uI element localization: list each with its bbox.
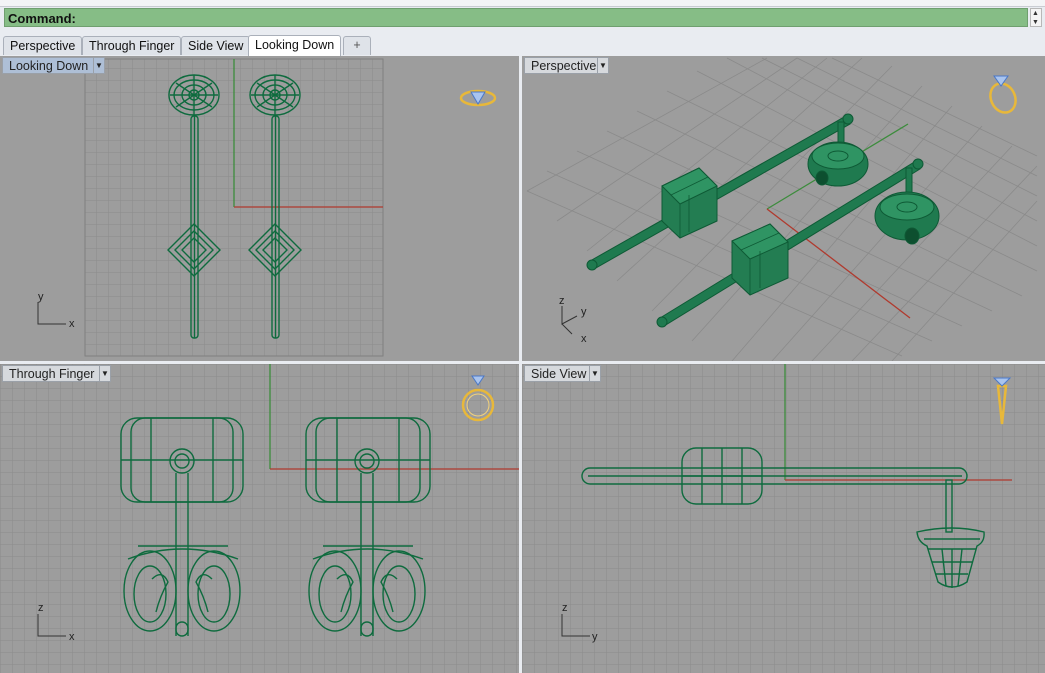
dropdown-arrow-icon[interactable]: ▼ xyxy=(597,57,609,74)
viewport-tabs: Perspective Through Finger Side View Loo… xyxy=(0,33,1045,57)
tab-label: Through Finger xyxy=(89,39,175,53)
viewport-title-label: Perspective xyxy=(531,59,597,73)
viewport-title-label: Looking Down xyxy=(9,59,89,73)
axis-y-label: y xyxy=(581,306,587,318)
tab-side-view[interactable]: Side View xyxy=(181,36,251,55)
tab-looking-down[interactable]: Looking Down xyxy=(248,35,342,56)
perspective-canvas[interactable]: z y x xyxy=(522,56,1045,361)
viewport-title-through-finger[interactable]: Through Finger xyxy=(2,365,102,382)
command-label: Command: xyxy=(8,11,76,26)
axis-z-label: z xyxy=(559,295,565,307)
scroll-down-icon[interactable]: ▼ xyxy=(1032,19,1039,26)
axis-indicator xyxy=(561,306,578,335)
title-strip xyxy=(0,0,1045,7)
construction-grid xyxy=(522,364,1045,673)
axis-x-label: x xyxy=(581,333,587,345)
ring-gem-icon xyxy=(459,89,497,107)
tab-label: Side View xyxy=(188,39,244,53)
axis-x-label: x xyxy=(69,318,75,330)
viewport-splitter-horizontal[interactable] xyxy=(0,361,1045,364)
perspective-grid xyxy=(526,57,1038,361)
axis-x-label: x xyxy=(69,631,75,643)
tab-label: Looking Down xyxy=(255,38,335,52)
viewport-perspective[interactable]: z y x Perspective ▼ xyxy=(522,56,1045,361)
viewport-title-looking-down[interactable]: Looking Down xyxy=(2,57,96,74)
axis-y-label: y xyxy=(592,631,598,643)
axis-z-label: z xyxy=(562,602,568,614)
tab-perspective[interactable]: Perspective xyxy=(3,36,83,55)
construction-grid xyxy=(0,364,519,673)
viewport-side-view[interactable]: z y Side View ▼ xyxy=(522,364,1045,673)
scroll-up-icon[interactable]: ▲ xyxy=(1032,10,1039,17)
axis-z-label: z xyxy=(38,602,44,614)
ring-gem-icon xyxy=(989,75,1017,114)
through-finger-canvas[interactable]: z x xyxy=(0,364,519,673)
viewport-through-finger[interactable]: z x Through Finger ▼ xyxy=(0,364,519,673)
axis-y-label: y xyxy=(38,291,44,303)
tab-through-finger[interactable]: Through Finger xyxy=(82,36,182,55)
add-tab-button[interactable]: + xyxy=(343,36,371,55)
command-bar[interactable]: Command: xyxy=(4,8,1028,27)
plus-icon: + xyxy=(353,38,361,52)
tab-label: Perspective xyxy=(10,39,76,53)
command-scrollbar[interactable]: ▲ ▼ xyxy=(1030,8,1042,27)
dropdown-arrow-icon[interactable]: ▼ xyxy=(93,57,105,74)
viewport-title-side-view[interactable]: Side View xyxy=(524,365,594,382)
viewport-title-label: Side View xyxy=(531,367,587,381)
earring-rear-perspective[interactable] xyxy=(586,113,869,271)
dropdown-arrow-icon[interactable]: ▼ xyxy=(589,365,601,382)
viewport-splitter-vertical[interactable] xyxy=(519,56,522,673)
axis-indicator xyxy=(37,302,66,325)
viewport-title-perspective[interactable]: Perspective xyxy=(524,57,604,74)
looking-down-canvas[interactable]: y x xyxy=(0,56,519,361)
viewport-title-label: Through Finger xyxy=(9,367,95,381)
dropdown-arrow-icon[interactable]: ▼ xyxy=(99,365,111,382)
side-view-canvas[interactable]: z y xyxy=(522,364,1045,673)
viewport-looking-down[interactable]: y x Looking Down ▼ xyxy=(0,56,519,361)
